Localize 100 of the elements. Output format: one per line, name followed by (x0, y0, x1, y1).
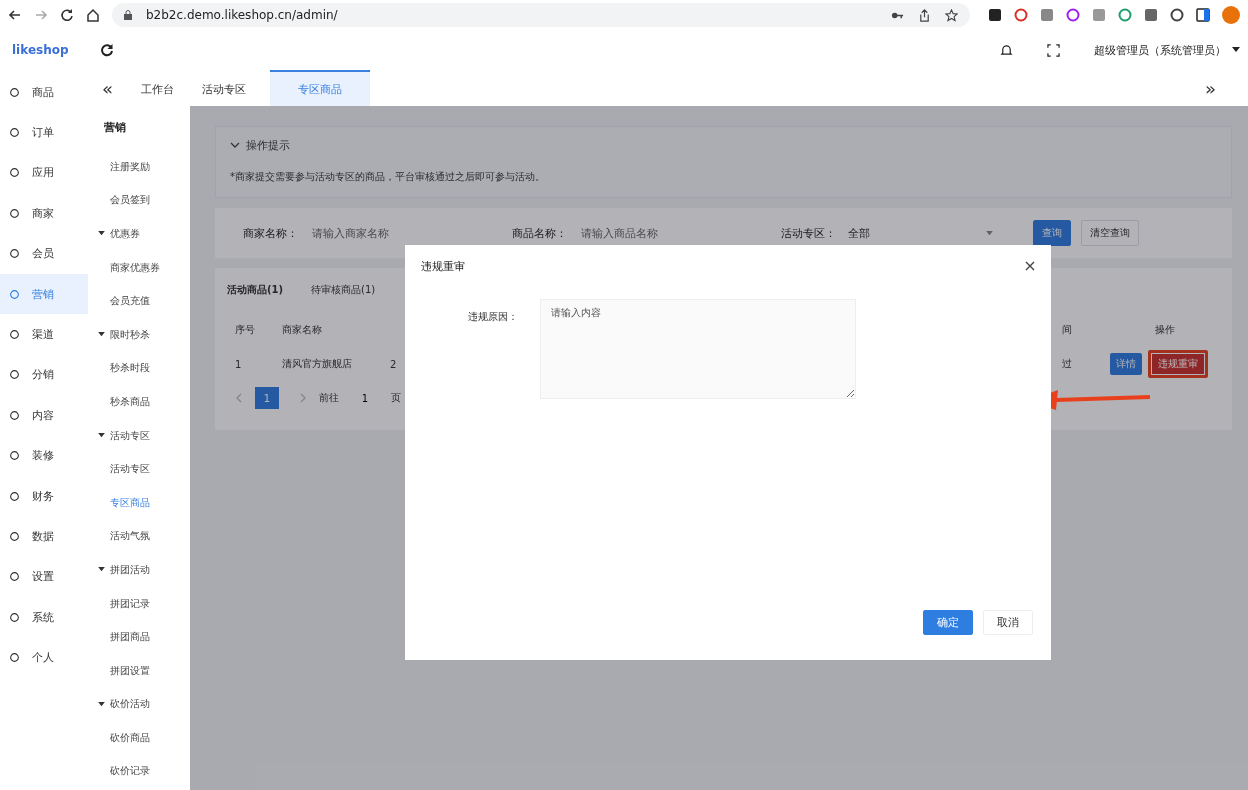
filter-label: 商家名称： (243, 225, 298, 241)
submenu-item[interactable]: 活动专区 (98, 452, 190, 486)
reason-textarea[interactable]: 请输入内容 (540, 299, 856, 399)
circle-icon (9, 409, 20, 421)
circle-icon (9, 571, 20, 583)
list-tab[interactable]: 活动商品(1) (227, 279, 284, 301)
list-tab[interactable]: 待审核商品(1) (311, 279, 376, 301)
circle-icon (9, 490, 20, 502)
bell-icon[interactable] (1000, 43, 1013, 57)
circle-icon (9, 86, 20, 98)
expand-button[interactable]: » (1191, 70, 1230, 106)
submenu-item[interactable]: 拼团记录 (98, 586, 190, 621)
submenu-group[interactable]: 限时秒杀 (98, 317, 190, 352)
submenu-item[interactable]: 会员签到 (98, 183, 190, 218)
submenu-item[interactable]: 砍价商品 (98, 721, 190, 755)
column-header: 商家名称 (282, 323, 323, 337)
submenu-item[interactable]: 拼团设置 (98, 653, 190, 688)
nav-item[interactable]: 设置 (0, 556, 88, 598)
filter-select[interactable]: 全部 (848, 225, 993, 241)
collapse-button[interactable]: « (88, 70, 127, 106)
dialog-title: 违规重审 (421, 258, 465, 274)
dialog-button[interactable]: 取消 (983, 610, 1033, 635)
filter-button[interactable]: 清空查询 (1081, 220, 1139, 246)
submenu-item[interactable]: 注册奖励 (98, 150, 190, 184)
submenu-group[interactable]: 拼团活动 (98, 553, 190, 587)
home-icon[interactable] (86, 8, 100, 22)
submenu-item[interactable]: 拼团商品 (98, 620, 190, 654)
table-cell-text: 2 (390, 358, 398, 370)
nav-item[interactable]: 营销 (0, 273, 88, 315)
row-action-button[interactable]: 违规重审 (1148, 350, 1208, 378)
field-label: 违规原因： (467, 310, 518, 324)
submenu-item[interactable]: 商家优惠券 (98, 250, 190, 285)
extension-icon[interactable] (1170, 8, 1184, 22)
dialog-button[interactable]: 确定 (923, 610, 973, 635)
page-tab[interactable]: 工作台 (127, 70, 188, 106)
submenu-item[interactable]: 专区商品 (98, 485, 190, 520)
close-icon[interactable] (1025, 261, 1035, 271)
caret-icon (98, 433, 105, 439)
row-action-button[interactable]: 详情 (1110, 353, 1142, 375)
circle-icon (9, 127, 20, 139)
caret-icon (98, 332, 105, 338)
circle-icon (9, 531, 20, 542)
address-bar[interactable]: b2b2c.demo.likeshop.cn/admin/ (112, 3, 970, 27)
page-tab[interactable]: 活动专区 (188, 70, 260, 106)
submenu-item[interactable]: 秒杀时段 (98, 351, 190, 386)
circle-icon (9, 369, 20, 381)
circle-icon (9, 611, 20, 623)
submenu-item[interactable]: 秒杀商品 (98, 385, 190, 419)
table-cell-text: 1 (234, 358, 243, 370)
column-header: 间 (1062, 323, 1073, 337)
nav-item[interactable]: 装修 (0, 435, 88, 476)
column-header: 操作 (1154, 323, 1176, 337)
logo: likeshop (12, 43, 70, 57)
nav-item[interactable]: 财务 (0, 475, 88, 517)
filter-button[interactable]: 查询 (1033, 220, 1071, 246)
submenu-group[interactable]: 优惠券 (98, 217, 190, 251)
nav-item[interactable]: 内容 (0, 395, 88, 436)
nav-item[interactable]: 渠道 (0, 314, 88, 355)
nav-item[interactable]: 数据 (0, 516, 88, 557)
back-icon[interactable] (8, 8, 22, 22)
nav-item[interactable]: 订单 (0, 112, 88, 153)
circle-icon (9, 329, 20, 341)
caret-icon (98, 701, 105, 707)
jump-label: 前往 (319, 391, 339, 405)
nav-item[interactable]: 会员 (0, 233, 88, 274)
submenu-item[interactable]: 砍价记录 (98, 754, 190, 789)
star-icon[interactable] (945, 8, 958, 22)
submenu-group[interactable]: 砍价活动 (98, 687, 190, 722)
circle-icon (9, 652, 20, 664)
profile-avatar[interactable] (1222, 6, 1240, 24)
submenu-group[interactable]: 活动专区 (98, 418, 190, 453)
circle-icon (9, 450, 20, 462)
refresh-icon[interactable] (100, 43, 114, 57)
submenu-item[interactable]: 活动气氛 (98, 519, 190, 554)
circle-icon (9, 288, 20, 300)
page-suffix: 页 (391, 391, 401, 405)
caret-icon (98, 231, 105, 237)
tip-title[interactable]: 操作提示 (230, 127, 1217, 163)
circle-icon (9, 207, 20, 219)
caret-icon (98, 567, 105, 573)
lock-icon (124, 10, 132, 20)
page-tab[interactable]: 专区商品 (270, 70, 370, 106)
nav-item[interactable]: 商家 (0, 193, 88, 234)
extension-icon[interactable] (988, 8, 1002, 22)
filter-label: 活动专区： (781, 225, 836, 241)
nav-item[interactable]: 应用 (0, 152, 88, 194)
nav-item[interactable]: 系统 (0, 597, 88, 638)
share-icon[interactable] (918, 8, 931, 22)
submenu-title: 营销 (103, 120, 127, 136)
caret-icon (986, 230, 993, 236)
nav-item[interactable]: 商品 (0, 72, 88, 113)
nav-item[interactable]: 个人 (0, 637, 88, 678)
fullscreen-icon[interactable] (1047, 43, 1060, 57)
nav-item[interactable]: 分销 (0, 354, 88, 396)
reload-icon[interactable] (60, 8, 74, 22)
filter-label: 商品名称： (512, 225, 567, 241)
sidebar-icon[interactable] (1196, 8, 1210, 22)
column-header: 序号 (234, 323, 256, 337)
user-menu[interactable]: 超级管理员（系统管理员） (1094, 42, 1240, 58)
submenu-item[interactable]: 会员充值 (98, 284, 190, 318)
